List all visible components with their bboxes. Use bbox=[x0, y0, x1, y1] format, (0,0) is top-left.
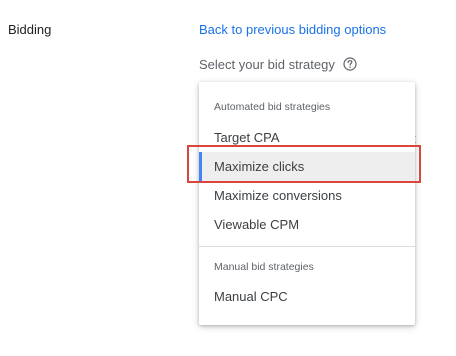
group-divider bbox=[199, 246, 415, 247]
option-manual-cpc[interactable]: Manual CPC bbox=[199, 282, 415, 311]
option-label: Maximize conversions bbox=[214, 188, 342, 203]
help-circle-icon[interactable] bbox=[343, 57, 358, 72]
option-viewable-cpm[interactable]: Viewable CPM bbox=[199, 210, 415, 239]
manual-strategies-header: Manual bid strategies bbox=[214, 261, 314, 273]
option-maximize-conversions[interactable]: Maximize conversions bbox=[199, 181, 415, 210]
bid-strategy-prompt-row: Select your bid strategy bbox=[199, 55, 358, 73]
bid-strategy-prompt: Select your bid strategy bbox=[199, 56, 335, 72]
automated-strategies-header: Automated bid strategies bbox=[214, 101, 331, 113]
option-label: Viewable CPM bbox=[214, 217, 300, 232]
option-label: Target CPA bbox=[214, 130, 280, 145]
option-label: Manual CPC bbox=[214, 289, 288, 304]
bidding-section-label: Bidding bbox=[8, 22, 52, 37]
annotation-highlight-box bbox=[187, 145, 421, 183]
bid-strategy-dropdown: Automated bid strategies Target CPA Maxi… bbox=[199, 82, 415, 325]
back-to-previous-bidding-link[interactable]: Back to previous bidding options bbox=[199, 22, 386, 37]
